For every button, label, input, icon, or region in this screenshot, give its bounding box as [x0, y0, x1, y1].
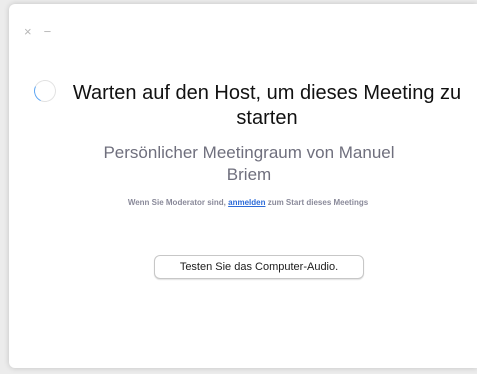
moderator-note-prefix: Wenn Sie Moderator sind, [127, 198, 229, 207]
meeting-waiting-window: × − Warten auf den Host, um dieses Meeti… [9, 4, 477, 368]
waiting-title: Warten auf den Host, um dieses Meeting z… [72, 82, 462, 129]
meeting-room-subtitle: Persönlicher Meetingraum von Manuel Brie… [103, 143, 395, 184]
close-icon[interactable]: × [24, 25, 32, 38]
minimize-icon[interactable]: − [44, 25, 52, 38]
moderator-note-suffix: zum Start dieses Meetings [265, 198, 369, 207]
loading-spinner-icon [30, 76, 60, 106]
moderator-note: Wenn Sie Moderator sind, anmelden zum St… [67, 198, 429, 207]
test-computer-audio-button[interactable]: Testen Sie das Computer-Audio. [154, 255, 364, 279]
window-controls: × − [24, 25, 51, 38]
sign-in-link[interactable]: anmelden [228, 198, 265, 207]
